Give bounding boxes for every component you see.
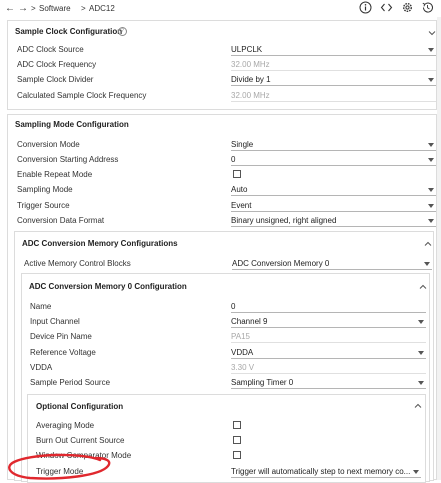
- burn-out-current-source-checkbox[interactable]: [233, 436, 241, 444]
- red-circle-annotation: [8, 453, 111, 480]
- memory-name-input[interactable]: 0: [231, 301, 426, 313]
- code-icon[interactable]: [380, 1, 393, 14]
- enable-repeat-mode-checkbox[interactable]: [233, 170, 241, 178]
- scrollbar[interactable]: [437, 17, 441, 480]
- field-label: Burn Out Current Source: [36, 436, 125, 445]
- conversion-starting-address-select[interactable]: 0: [231, 154, 436, 166]
- sampling-mode-panel: Sampling Mode Configuration Conversion M…: [7, 114, 437, 483]
- panel-title: Optional Configuration: [36, 402, 124, 411]
- panel-title: ADC Conversion Memory 0 Configuration: [29, 282, 187, 291]
- panel-title: Sample Clock Configuration: [15, 27, 123, 36]
- breadcrumb-separator: >: [31, 4, 36, 13]
- vdda-value: 3.30 V: [231, 362, 426, 374]
- panel-title: Sampling Mode Configuration: [15, 120, 129, 129]
- panel-title: ADC Conversion Memory Configurations: [22, 239, 178, 248]
- window-comparator-mode-checkbox[interactable]: [233, 451, 241, 459]
- info-icon[interactable]: [359, 1, 372, 14]
- field-label: VDDA: [30, 363, 53, 372]
- averaging-mode-checkbox[interactable]: [233, 421, 241, 429]
- trigger-mode-select[interactable]: Trigger will automatically step to next …: [231, 466, 421, 478]
- back-arrow-icon[interactable]: ←: [5, 3, 15, 14]
- device-pin-name-value: PA15: [231, 331, 426, 343]
- trigger-source-select[interactable]: Event: [231, 200, 436, 212]
- forward-arrow-icon[interactable]: →: [18, 3, 28, 14]
- field-label: Name: [30, 302, 52, 311]
- adc-clock-source-select[interactable]: ULPCLK: [231, 44, 436, 56]
- chevron-down-icon[interactable]: [428, 29, 436, 37]
- sample-clock-divider-select[interactable]: Divide by 1: [231, 74, 436, 86]
- field-label: Sampling Mode: [17, 185, 73, 194]
- top-bar: ← → > Software > ADC12: [0, 0, 441, 17]
- memory0-panel: ADC Conversion Memory 0 Configuration Na…: [21, 273, 430, 483]
- adc-clock-frequency-value: 32.00 MHz: [231, 59, 436, 71]
- memory-configurations-panel: ADC Conversion Memory Configurations Act…: [14, 231, 434, 483]
- field-label: Enable Repeat Mode: [17, 170, 93, 179]
- calculated-sample-clock-frequency-value: 32.00 MHz: [231, 90, 436, 102]
- field-label: Conversion Starting Address: [17, 155, 119, 164]
- field-label: Conversion Data Format: [17, 216, 105, 225]
- field-label: ADC Clock Source: [17, 45, 84, 54]
- field-label: Reference Voltage: [30, 348, 96, 357]
- field-label: Averaging Mode: [36, 421, 95, 430]
- sampling-mode-select[interactable]: Auto: [231, 184, 436, 196]
- reference-voltage-select[interactable]: VDDA: [231, 347, 426, 359]
- breadcrumb-adc12: ADC12: [89, 4, 115, 13]
- history-icon[interactable]: [421, 1, 434, 14]
- sample-period-source-select[interactable]: Sampling Timer 0: [231, 377, 426, 389]
- conversion-mode-select[interactable]: Single: [231, 139, 436, 151]
- active-memory-control-blocks-select[interactable]: ADC Conversion Memory 0: [232, 258, 432, 270]
- field-label: Device Pin Name: [30, 332, 92, 341]
- field-label: Input Channel: [30, 317, 80, 326]
- breadcrumb-separator: >: [81, 4, 86, 13]
- field-label: Active Memory Control Blocks: [24, 259, 131, 268]
- field-label: Sample Period Source: [30, 378, 111, 387]
- settings-icon[interactable]: [401, 1, 414, 14]
- breadcrumb-software[interactable]: Software: [39, 4, 71, 13]
- sample-clock-panel: Sample Clock Configuration ? ADC Clock S…: [7, 20, 437, 110]
- field-label: Conversion Mode: [17, 140, 80, 149]
- chevron-up-icon[interactable]: [419, 283, 427, 291]
- field-label: ADC Clock Frequency: [17, 60, 97, 69]
- field-label: Calculated Sample Clock Frequency: [17, 91, 147, 100]
- conversion-data-format-select[interactable]: Binary unsigned, right aligned: [231, 215, 436, 227]
- help-icon[interactable]: ?: [118, 27, 127, 36]
- chevron-up-icon[interactable]: [424, 240, 432, 248]
- chevron-up-icon[interactable]: [414, 402, 422, 410]
- field-label: Sample Clock Divider: [17, 75, 94, 84]
- input-channel-select[interactable]: Channel 9: [231, 316, 426, 328]
- field-label: Trigger Source: [17, 201, 70, 210]
